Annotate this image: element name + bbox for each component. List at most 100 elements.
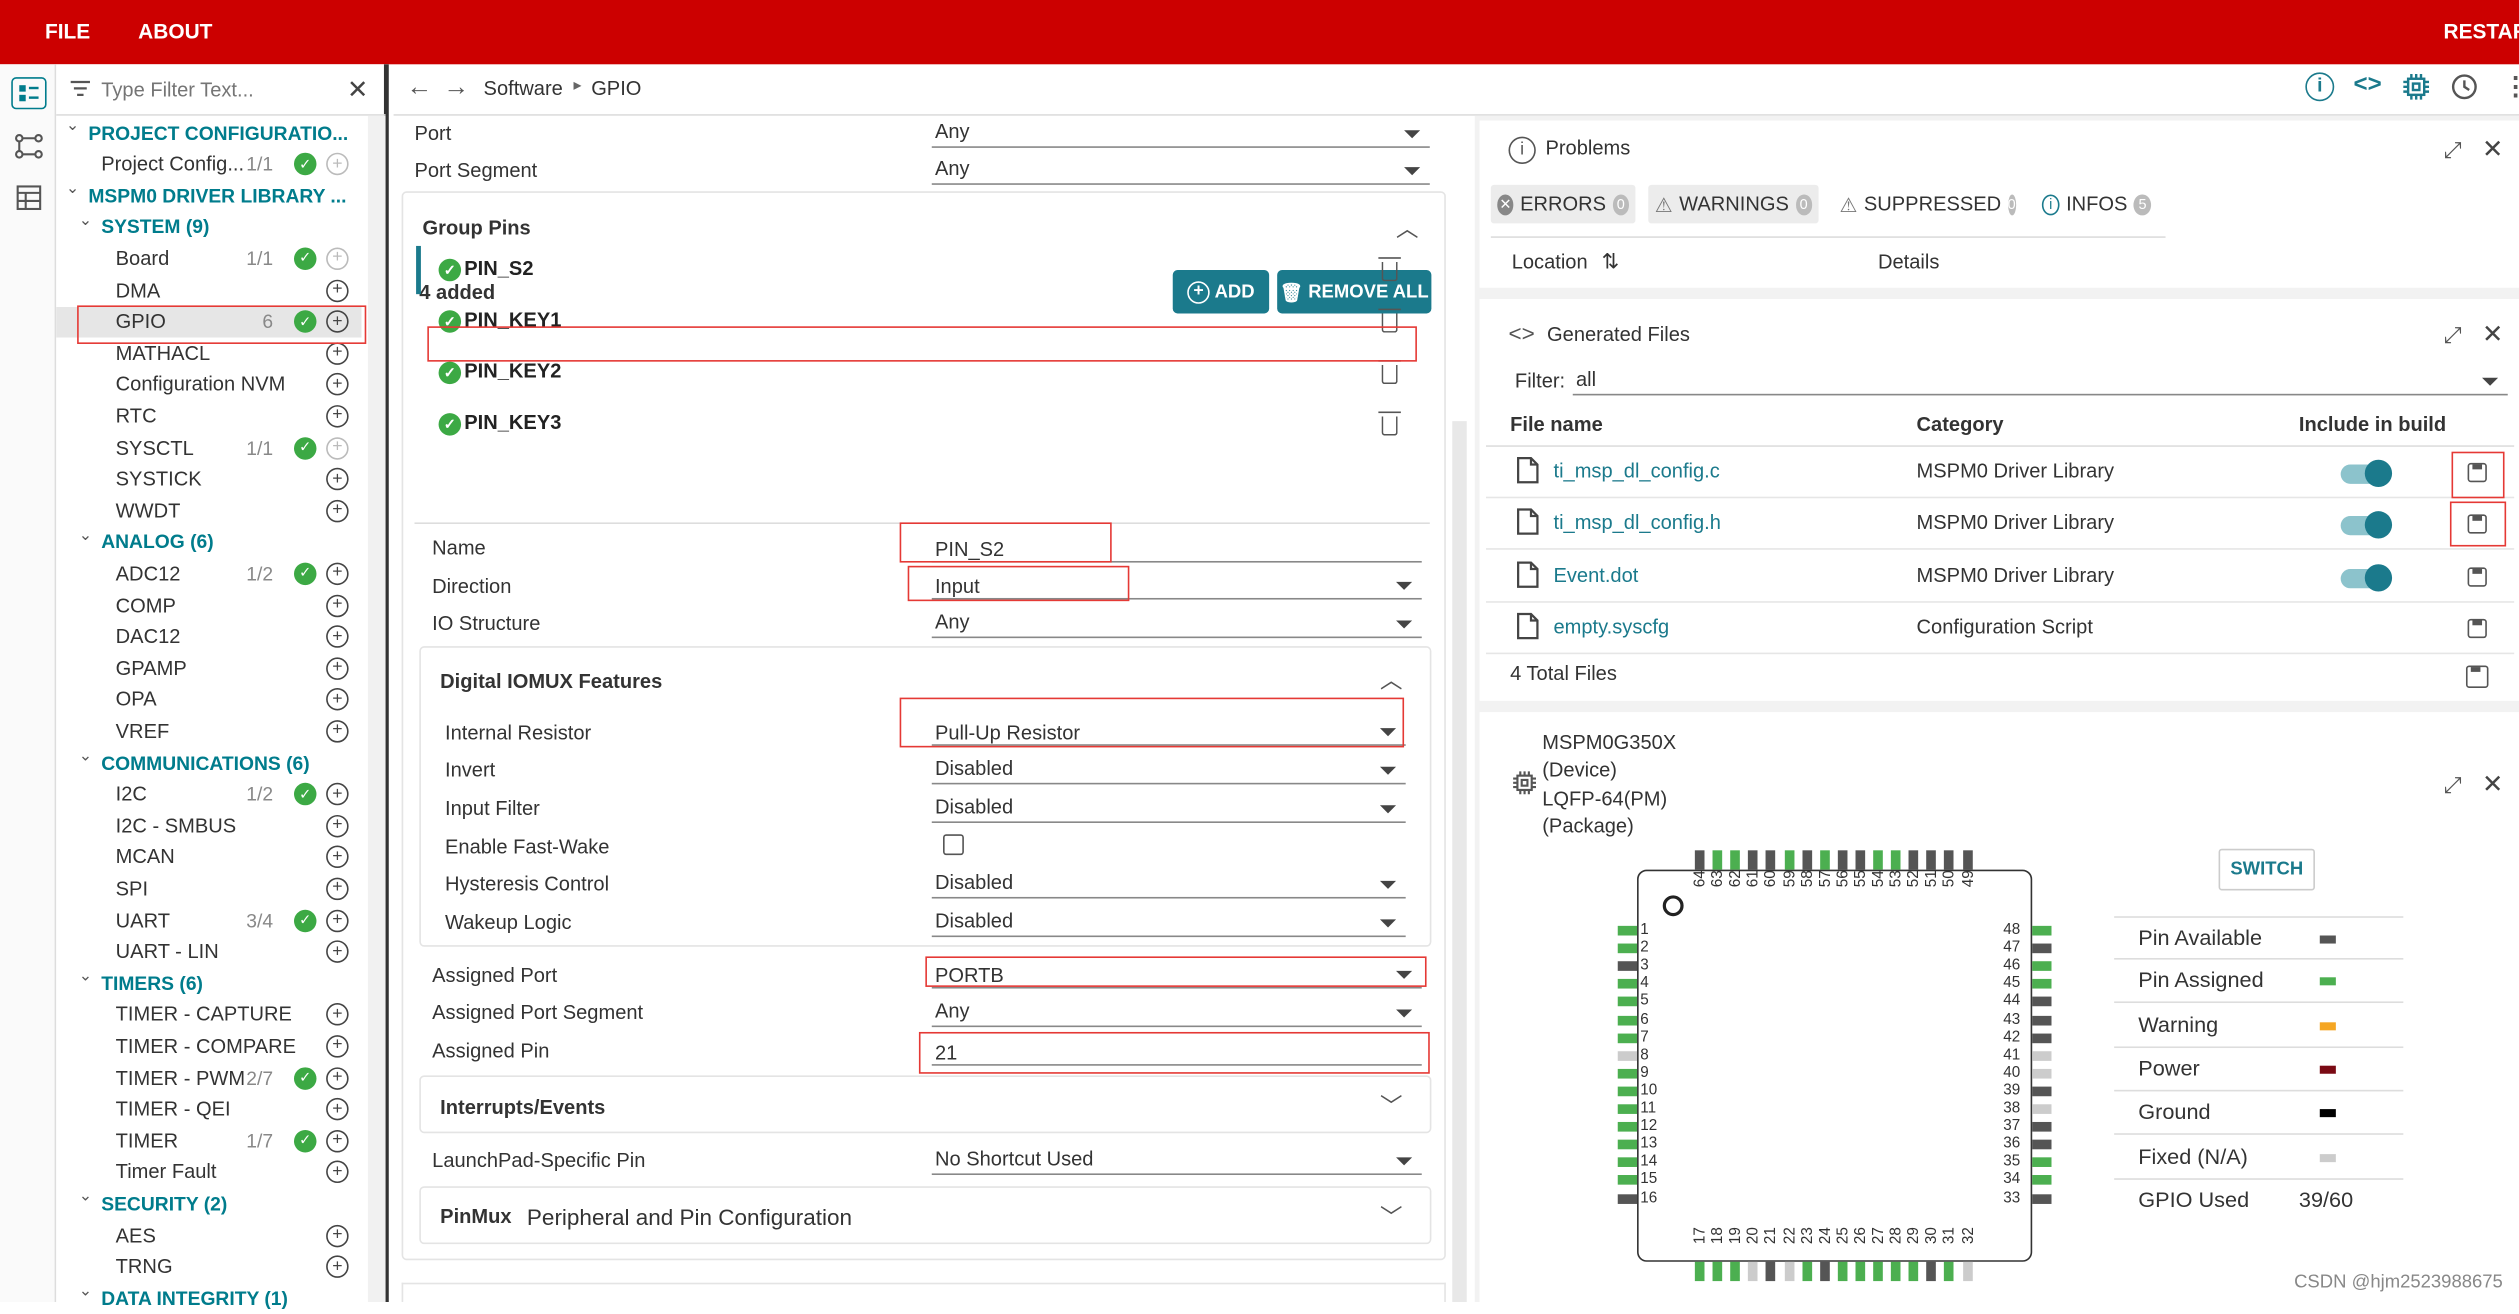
add-circle-icon[interactable]: + bbox=[326, 278, 349, 302]
chip-pin[interactable] bbox=[1617, 1086, 1638, 1097]
add-circle-icon[interactable]: + bbox=[326, 247, 349, 270]
menu-restart[interactable]: RESTAR bbox=[2443, 19, 2519, 43]
tree-item[interactable]: TIMER 1/7 ✓ + bbox=[56, 1125, 361, 1156]
chevron-down-icon[interactable]: ﹀ bbox=[1380, 1090, 1402, 1122]
include-in-build-toggle[interactable] bbox=[2340, 459, 2393, 488]
chip-pin[interactable] bbox=[1766, 850, 1776, 870]
clear-filter-icon[interactable]: ✕ bbox=[347, 74, 369, 106]
port-segment-select[interactable]: Any bbox=[931, 156, 1430, 185]
breadcrumb-gpio[interactable]: GPIO bbox=[591, 77, 641, 100]
chip-pin[interactable] bbox=[1617, 1104, 1638, 1114]
pinmux-card[interactable]: PinMux Peripheral and Pin Configuration … bbox=[419, 1186, 1432, 1245]
chip-pin[interactable] bbox=[2032, 943, 2052, 954]
chevron-down-icon[interactable]: ⌄ bbox=[79, 1283, 92, 1301]
chip-pin[interactable] bbox=[1891, 850, 1901, 870]
chip-pin[interactable] bbox=[1617, 1157, 1638, 1168]
tree-item[interactable]: TIMER - COMPARE + bbox=[56, 1031, 361, 1062]
chip-pin[interactable] bbox=[1908, 850, 1919, 870]
chip-pin[interactable] bbox=[1819, 850, 1830, 870]
chip-pin[interactable] bbox=[2032, 1104, 2052, 1114]
chip-pin[interactable] bbox=[1748, 1261, 1758, 1282]
add-circle-icon[interactable]: + bbox=[326, 1129, 349, 1153]
add-circle-icon[interactable]: + bbox=[326, 467, 349, 491]
file-name-link[interactable]: empty.syscfg bbox=[1553, 615, 1669, 638]
save-icon[interactable] bbox=[2467, 618, 2487, 638]
chip-pin[interactable] bbox=[1694, 850, 1705, 870]
chip-pin[interactable] bbox=[1837, 1261, 1848, 1282]
tree-item[interactable]: UART 3/4 ✓ + bbox=[56, 905, 361, 936]
chip-pin[interactable] bbox=[1962, 850, 1972, 870]
infos-filter[interactable]: i INFOS 5 bbox=[2035, 184, 2158, 224]
chip-pin[interactable] bbox=[2032, 1068, 2052, 1079]
chip-pin[interactable] bbox=[1873, 850, 1883, 870]
chevron-down-icon[interactable]: ⌄ bbox=[79, 527, 92, 545]
file-name-link[interactable]: ti_msp_dl_config.c bbox=[1553, 460, 1719, 483]
chevron-down-icon[interactable]: ﹀ bbox=[1380, 1201, 1402, 1233]
chip-pin[interactable] bbox=[2032, 1175, 2052, 1186]
add-circle-icon[interactable]: + bbox=[326, 1066, 349, 1090]
assigned-port-segment-select[interactable]: Any bbox=[931, 998, 1422, 1028]
tree-item[interactable]: RTC + bbox=[56, 401, 361, 432]
chip-pin[interactable] bbox=[1617, 1175, 1638, 1186]
include-in-build-toggle[interactable] bbox=[2340, 563, 2393, 591]
switch-button[interactable]: SWITCH bbox=[2218, 848, 2315, 891]
add-circle-icon[interactable]: + bbox=[326, 1224, 349, 1247]
add-circle-icon[interactable]: + bbox=[326, 877, 349, 900]
close-icon[interactable]: ✕ bbox=[2482, 768, 2504, 800]
tree-item[interactable]: GPAMP + bbox=[56, 653, 361, 684]
add-circle-icon[interactable]: + bbox=[326, 373, 349, 396]
chip-pin[interactable] bbox=[1617, 943, 1638, 954]
tree-section[interactable]: ⌄ DATA INTEGRITY (1) bbox=[56, 1283, 361, 1314]
fast-wake-checkbox[interactable] bbox=[943, 834, 964, 856]
table-view-icon[interactable] bbox=[10, 180, 49, 215]
interrupts-events-card[interactable]: Interrupts/Events ﹀ bbox=[419, 1075, 1432, 1134]
chevron-down-icon[interactable]: ⌄ bbox=[66, 180, 79, 198]
add-circle-icon[interactable]: + bbox=[326, 1098, 349, 1121]
chip-pin[interactable] bbox=[1748, 850, 1758, 870]
chip-pin[interactable] bbox=[1855, 850, 1865, 870]
info-icon[interactable]: i bbox=[2305, 72, 2335, 102]
chevron-down-icon[interactable]: ⌄ bbox=[79, 1188, 92, 1206]
tree-item[interactable]: Configuration NVM + bbox=[56, 369, 361, 400]
save-icon[interactable] bbox=[2467, 566, 2487, 587]
pin-list-item[interactable]: ✓ PIN_KEY3 bbox=[418, 400, 1430, 448]
chip-pin[interactable] bbox=[1712, 850, 1723, 870]
chip-pin[interactable] bbox=[1617, 979, 1638, 990]
module-view-icon[interactable] bbox=[11, 77, 47, 110]
add-circle-icon[interactable]: + bbox=[326, 404, 349, 428]
chevron-down-icon[interactable]: ⌄ bbox=[79, 747, 92, 765]
chip-pin[interactable] bbox=[1855, 1261, 1865, 1282]
file-name-link[interactable]: ti_msp_dl_config.h bbox=[1553, 512, 1720, 535]
chip-pin[interactable] bbox=[1617, 1032, 1638, 1043]
add-circle-icon[interactable]: + bbox=[326, 562, 349, 585]
invert-select[interactable]: Disabled bbox=[931, 755, 1406, 785]
chevron-up-icon[interactable]: ︿ bbox=[1380, 664, 1402, 696]
column-details[interactable]: Details bbox=[1878, 251, 1939, 274]
io-structure-select[interactable]: Any bbox=[931, 609, 1422, 639]
chip-pin[interactable] bbox=[1617, 1068, 1638, 1079]
add-circle-icon[interactable]: + bbox=[326, 656, 349, 680]
tree-section[interactable]: ⌄ ANALOG (6) bbox=[56, 527, 361, 558]
include-in-build-toggle[interactable] bbox=[2340, 511, 2393, 539]
tree-item[interactable]: COMP + bbox=[56, 590, 361, 621]
expand-icon[interactable]: ⤢ bbox=[2443, 137, 2461, 164]
tree-item[interactable]: SPI + bbox=[56, 873, 361, 904]
add-circle-icon[interactable]: + bbox=[326, 688, 349, 711]
chip-pin[interactable] bbox=[2032, 1122, 2052, 1132]
chip-pin[interactable] bbox=[1617, 1193, 1638, 1204]
chip-pin[interactable] bbox=[2032, 1032, 2052, 1043]
chip-pin[interactable] bbox=[1617, 997, 1638, 1007]
column-location[interactable]: Location bbox=[1512, 251, 1588, 274]
chevron-down-icon[interactable]: ⌄ bbox=[66, 117, 79, 135]
chip-pin[interactable] bbox=[1891, 1261, 1901, 1282]
add-circle-icon[interactable]: + bbox=[326, 1255, 349, 1279]
menu-about[interactable]: ABOUT bbox=[138, 19, 212, 43]
chip-pin[interactable] bbox=[2032, 1015, 2052, 1025]
add-circle-icon[interactable]: + bbox=[326, 593, 349, 617]
history-icon[interactable] bbox=[2450, 72, 2479, 106]
config-scrollbar[interactable] bbox=[1452, 421, 1467, 1302]
chip-pin[interactable] bbox=[1837, 850, 1848, 870]
add-circle-icon[interactable]: + bbox=[326, 814, 349, 837]
chip-pin[interactable] bbox=[2032, 997, 2052, 1007]
chip-pin[interactable] bbox=[2032, 1139, 2052, 1150]
